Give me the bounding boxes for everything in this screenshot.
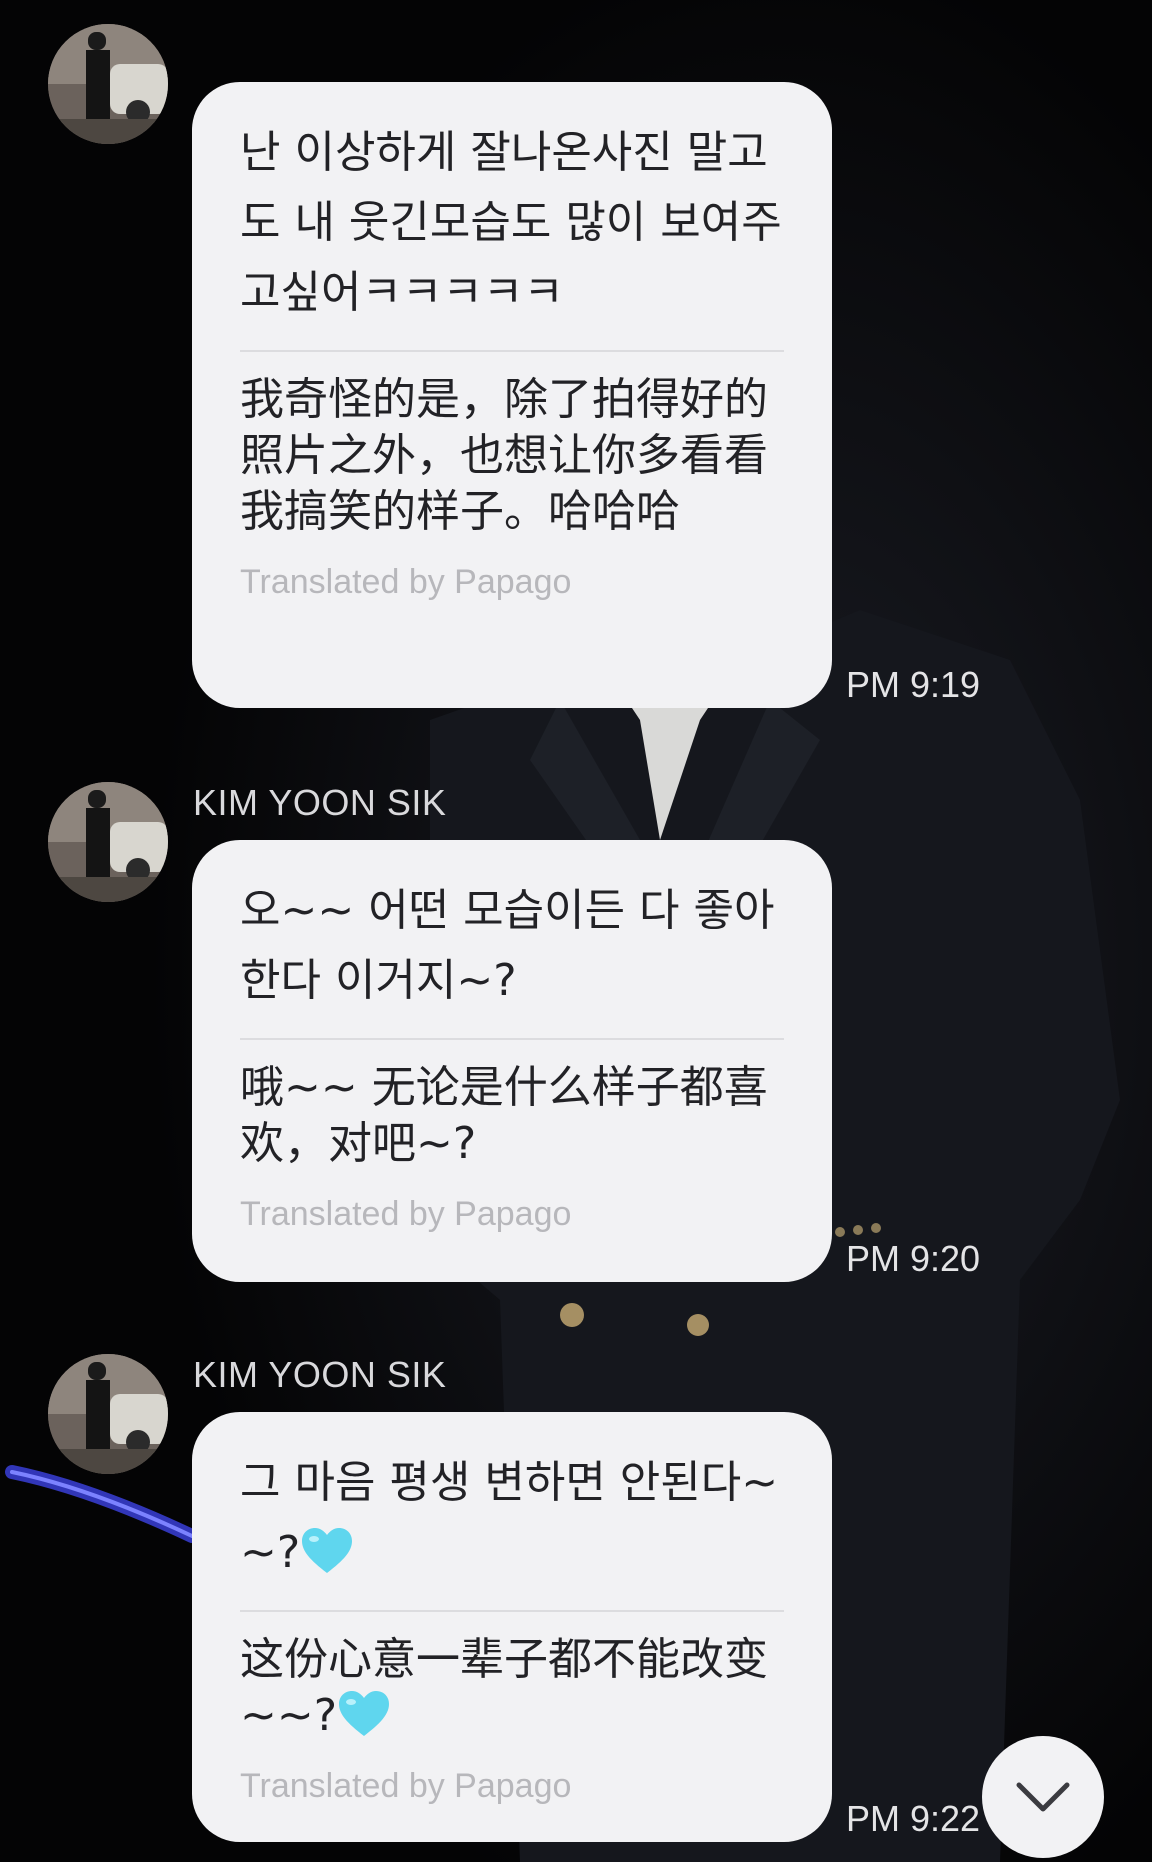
avatar-image xyxy=(48,24,168,144)
chevron-down-icon xyxy=(1016,1782,1070,1812)
chat-screen: 난 이상하게 잘나온사진 말고도 내 웃긴모습도 많이 보여주고싶어ㅋㅋㅋㅋㅋ … xyxy=(0,0,1152,1862)
avatar[interactable] xyxy=(48,24,168,144)
avatar-image xyxy=(48,1354,168,1474)
translation-credit: Translated by Papago xyxy=(240,1195,572,1233)
avatar[interactable] xyxy=(48,782,168,902)
divider xyxy=(240,1610,784,1612)
message-bubble[interactable]: 그 마음 평생 변하면 안된다~~? 这份心意一辈子都不能改变~~? Trans… xyxy=(192,1412,832,1842)
message-time: PM 9:22 xyxy=(846,1798,981,1839)
original-text: 난 이상하게 잘나온사진 말고도 내 웃긴모습도 많이 보여주고싶어ㅋㅋㅋㅋㅋ xyxy=(240,127,782,318)
translated-text: 这份心意一辈子都不能改变~~? xyxy=(240,1632,784,1744)
light-blue-heart-icon xyxy=(302,1528,353,1573)
light-blue-heart-icon xyxy=(339,1691,390,1736)
message-time: PM 9:19 xyxy=(846,664,981,705)
scroll-to-bottom-button[interactable] xyxy=(982,1736,1104,1858)
sender-name: KIM YOON SIK xyxy=(193,1354,447,1395)
message-time: PM 9:20 xyxy=(846,1238,981,1279)
translation-credit: Translated by Papago xyxy=(240,1767,572,1805)
translated-text-content: 这份心意一辈子都不能改变~~? xyxy=(240,1634,768,1741)
original-text: 오~~ 어떤 모습이든 다 좋아한다 이거지~? xyxy=(240,885,775,1006)
translated-text: 哦~~ 无论是什么样子都喜欢，对吧~? xyxy=(240,1062,768,1169)
avatar-image xyxy=(48,782,168,902)
sender-name: KIM YOON SIK xyxy=(193,782,447,823)
translation-credit: Translated by Papago xyxy=(240,563,572,601)
translated-text: 我奇怪的是，除了拍得好的照片之外，也想让你多看看我搞笑的样子。哈哈哈 xyxy=(240,374,768,537)
message-bubble[interactable]: 난 이상하게 잘나온사진 말고도 내 웃긴모습도 많이 보여주고싶어ㅋㅋㅋㅋㅋ … xyxy=(192,82,832,708)
message-bubble[interactable]: 오~~ 어떤 모습이든 다 좋아한다 이거지~? 哦~~ 无论是什么样子都喜欢，… xyxy=(192,840,832,1282)
original-text: 그 마음 평생 변하면 안된다~~? xyxy=(240,1448,784,1588)
divider xyxy=(240,350,784,352)
avatar[interactable] xyxy=(48,1354,168,1474)
divider xyxy=(240,1038,784,1040)
